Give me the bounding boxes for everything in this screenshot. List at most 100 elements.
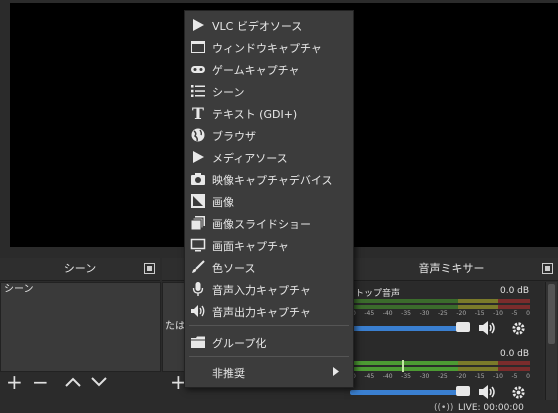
menu-item-label: VLC ビデオソース xyxy=(212,20,303,33)
add-scene-button[interactable]: + xyxy=(6,372,23,392)
menu-item-text-gdi[interactable]: T テキスト (GDI+) xyxy=(185,102,353,124)
speaker-icon xyxy=(191,305,205,317)
submenu-arrow-icon xyxy=(333,367,339,376)
menu-item-label: 色ソース xyxy=(212,262,256,275)
scale-tick: -30 xyxy=(419,310,430,317)
window-icon xyxy=(191,41,205,53)
menu-item-label: ブラウザ xyxy=(212,130,256,143)
move-scene-down-button[interactable] xyxy=(90,376,108,388)
gear-icon[interactable] xyxy=(511,385,526,400)
list-icon xyxy=(191,85,205,97)
scale-tick: -20 xyxy=(456,310,467,317)
menu-item-color-source[interactable]: 色ソース xyxy=(185,256,353,278)
meter-scale: -50-45-40-35-30-25-20-15-10-50 xyxy=(346,310,530,317)
volume-slider-handle[interactable] xyxy=(456,386,470,396)
menu-item-label: 画面キャプチャ xyxy=(212,240,289,253)
scale-tick: -15 xyxy=(474,310,485,317)
scale-tick: -5 xyxy=(511,373,518,380)
menu-item-label: テキスト (GDI+) xyxy=(212,108,298,121)
menu-item-window-capture[interactable]: ウィンドウキャプチャ xyxy=(185,36,353,58)
menu-separator xyxy=(189,356,349,357)
preview-top-margin xyxy=(10,0,558,3)
menu-item-label: 画像スライドショー xyxy=(212,218,311,231)
channel-db: 0.0 dB xyxy=(500,349,530,359)
folder-icon xyxy=(191,336,205,348)
mixer-dock-title: 音声ミキサー xyxy=(344,258,558,281)
menu-item-video-capture-device[interactable]: 映像キャプチャデバイス xyxy=(185,168,353,190)
menu-item-label: ウィンドウキャプチャ xyxy=(212,42,322,55)
text-icon: T xyxy=(192,105,204,121)
globe-icon xyxy=(191,128,205,142)
scale-tick: -45 xyxy=(364,310,375,317)
menu-item-display-capture[interactable]: 画面キャプチャ xyxy=(185,234,353,256)
move-scene-up-button[interactable] xyxy=(64,376,82,388)
preview-left-margin xyxy=(0,0,10,247)
scenes-title-text: シーン xyxy=(63,262,97,275)
scale-tick: -35 xyxy=(401,310,411,317)
menu-item-group[interactable]: グループ化 xyxy=(185,331,353,353)
slideshow-icon xyxy=(190,216,205,231)
menu-item-label: 音声入力キャプチャ xyxy=(212,284,311,297)
scale-tick: -40 xyxy=(382,310,393,317)
menu-item-image[interactable]: 画像 xyxy=(185,190,353,212)
scale-tick: -40 xyxy=(382,373,393,380)
menu-item-deprecated[interactable]: 非推奨 xyxy=(185,361,353,383)
scale-tick: -45 xyxy=(364,373,375,380)
microphone-icon xyxy=(192,282,204,296)
remove-scene-button[interactable]: − xyxy=(32,372,49,392)
scenes-list[interactable]: シーン xyxy=(0,282,161,372)
channel-db: 0.0 dB xyxy=(500,286,530,296)
scale-tick: -15 xyxy=(474,373,485,380)
gamepad-icon xyxy=(191,66,205,73)
scale-tick: -5 xyxy=(511,310,518,317)
add-source-menu: VLC ビデオソース ウィンドウキャプチャ ゲームキャプチャ シーン T テキス… xyxy=(184,10,354,388)
menu-item-vlc-source[interactable]: VLC ビデオソース xyxy=(185,14,353,36)
menu-item-audio-input-capture[interactable]: 音声入力キャプチャ xyxy=(185,278,353,300)
menu-item-label: シーン xyxy=(212,86,245,99)
scenes-dock: シーン シーン + − xyxy=(0,258,161,412)
menu-item-label: ゲームキャプチャ xyxy=(212,64,300,77)
menu-item-label: グループ化 xyxy=(212,337,267,350)
meter-scale: -50-45-40-35-30-25-20-15-10-50 xyxy=(346,373,530,380)
menu-item-label: 音声出力キャプチャ xyxy=(212,306,311,319)
scale-tick: 0 xyxy=(526,310,530,317)
menu-item-audio-output-capture[interactable]: 音声出力キャプチャ xyxy=(185,300,353,322)
svg-text:T: T xyxy=(192,105,204,121)
menu-item-label: 映像キャプチャデバイス xyxy=(212,174,333,187)
mixer-scrollbar[interactable] xyxy=(545,282,557,408)
scale-tick: -30 xyxy=(419,373,430,380)
float-icon[interactable] xyxy=(542,263,553,274)
scale-tick: 0 xyxy=(526,373,530,380)
menu-separator xyxy=(189,325,349,326)
volume-slider-handle[interactable] xyxy=(456,322,470,332)
menu-item-label: メディアソース xyxy=(212,152,288,165)
volume-slider[interactable] xyxy=(350,326,468,331)
scale-tick: -25 xyxy=(437,310,448,317)
menu-item-media-source[interactable]: メディアソース xyxy=(185,146,353,168)
float-icon[interactable] xyxy=(144,263,155,274)
gear-icon[interactable] xyxy=(511,321,526,336)
menu-item-label: 非推奨 xyxy=(212,367,245,380)
menu-item-scene[interactable]: シーン xyxy=(185,80,353,102)
brush-icon xyxy=(192,260,205,273)
scenes-dock-title: シーン xyxy=(0,258,160,281)
speaker-icon[interactable] xyxy=(478,320,498,336)
scale-tick: -35 xyxy=(401,373,411,380)
scale-tick: -20 xyxy=(456,373,467,380)
sources-empty-hint: たは xyxy=(165,321,185,332)
scale-tick: -10 xyxy=(493,310,503,317)
scale-tick: -25 xyxy=(437,373,448,380)
monitor-icon xyxy=(190,238,206,252)
mixer-title-text: 音声ミキサー xyxy=(418,262,485,275)
volume-slider[interactable] xyxy=(350,390,468,395)
scale-tick: -10 xyxy=(493,373,503,380)
speaker-icon[interactable] xyxy=(478,384,498,400)
menu-item-game-capture[interactable]: ゲームキャプチャ xyxy=(185,58,353,80)
camera-icon xyxy=(191,173,205,185)
menu-item-label: 画像 xyxy=(212,196,234,209)
play-icon xyxy=(193,19,204,31)
scene-item[interactable]: シーン xyxy=(1,283,160,297)
menu-item-image-slideshow[interactable]: 画像スライドショー xyxy=(185,212,353,234)
image-icon xyxy=(191,194,205,208)
menu-item-browser[interactable]: ブラウザ xyxy=(185,124,353,146)
